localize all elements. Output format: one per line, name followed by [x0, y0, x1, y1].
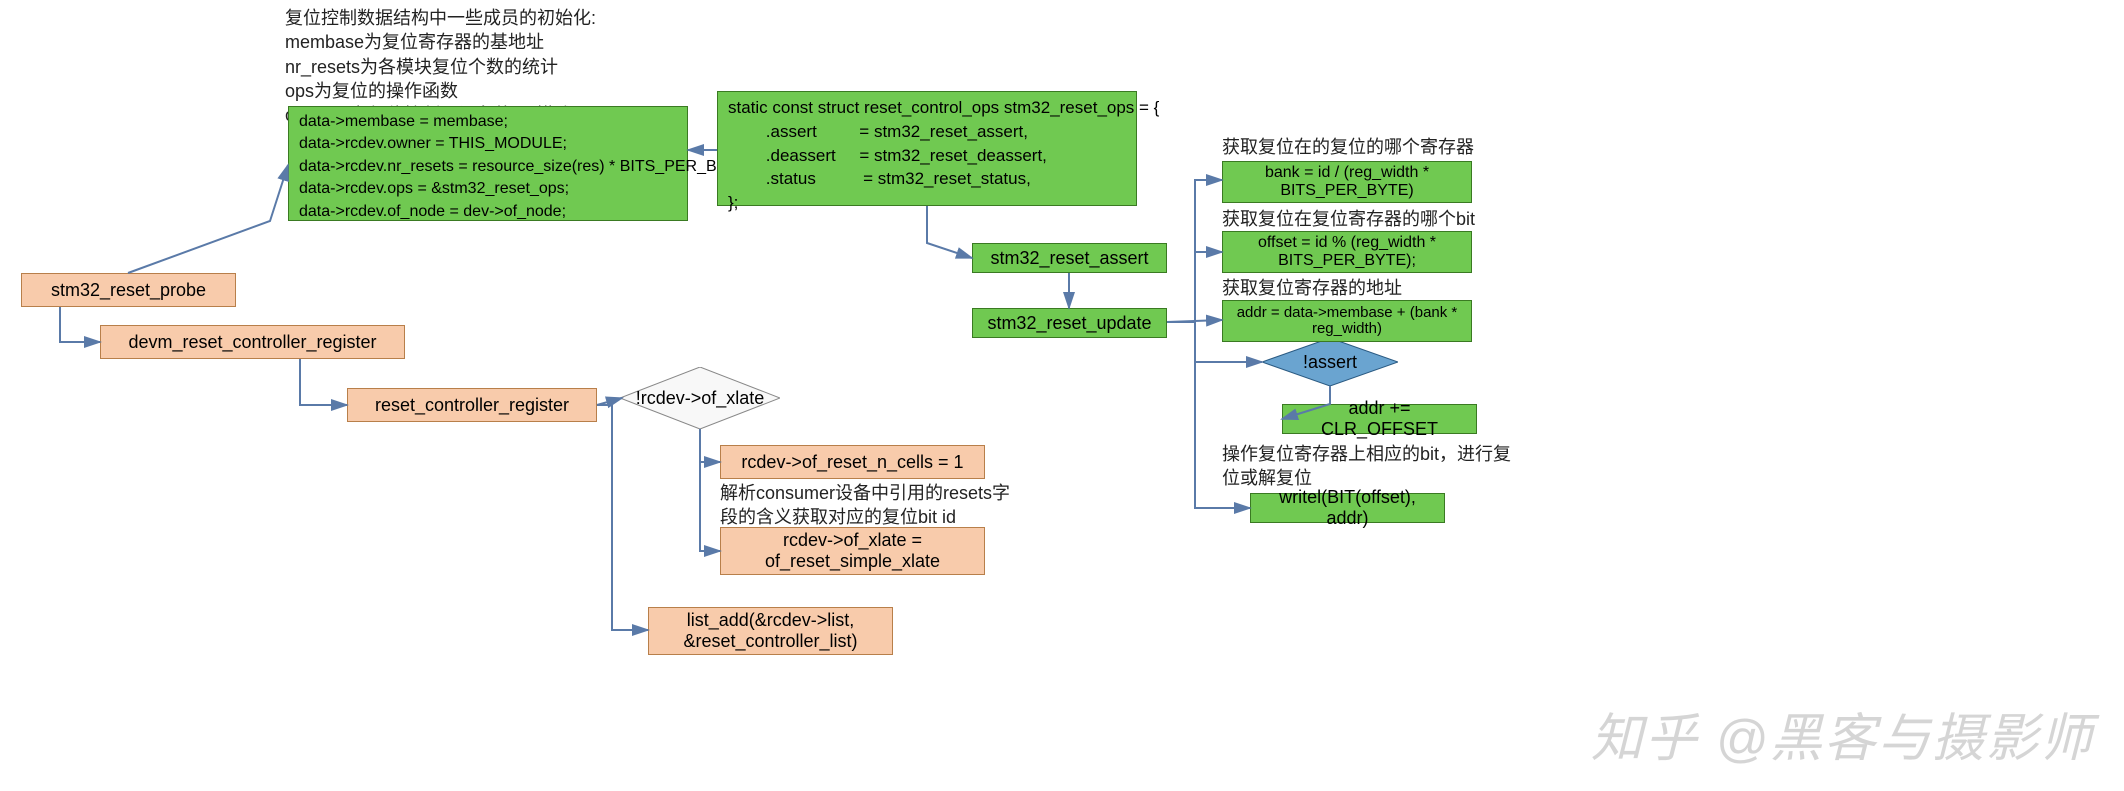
diamond-assert-label: !assert	[1303, 352, 1357, 373]
connectors	[0, 0, 2124, 791]
diamond-xlate-label: !rcdev->of_xlate	[636, 388, 765, 409]
